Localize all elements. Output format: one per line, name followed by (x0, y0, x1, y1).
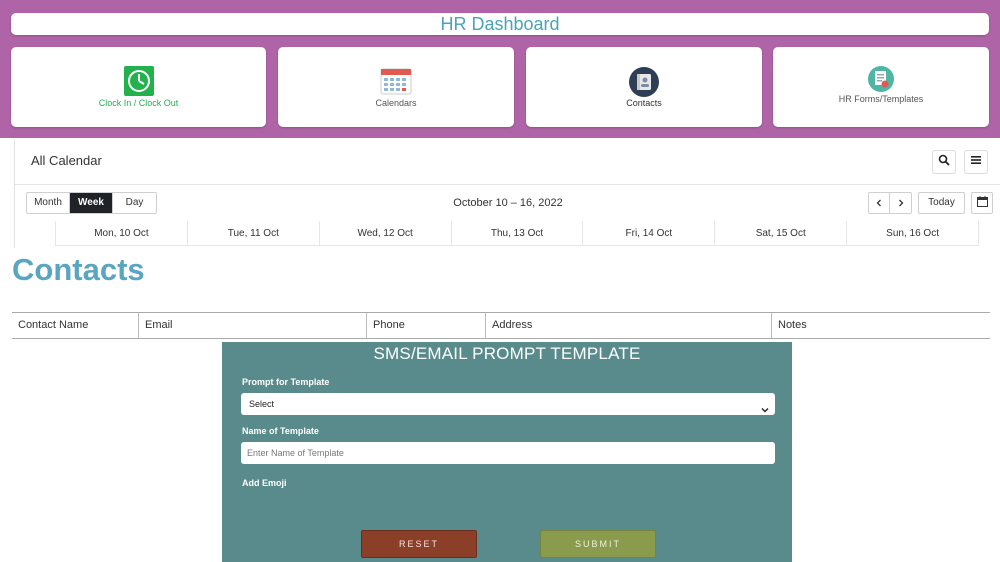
calendar-nav (868, 192, 912, 214)
calendar-search-button[interactable] (932, 150, 956, 174)
day-header-thu[interactable]: Thu, 13 Oct (450, 221, 583, 245)
prompt-select[interactable]: Select (241, 393, 775, 415)
hamburger-menu-icon (970, 153, 982, 171)
column-notes[interactable]: Notes (771, 313, 990, 338)
contacts-heading: Contacts (12, 252, 145, 287)
prev-week-button[interactable] (869, 193, 890, 213)
emoji-picker-area[interactable] (241, 489, 775, 519)
clock-icon (123, 66, 154, 101)
next-week-button[interactable] (890, 193, 911, 213)
calendar-title: All Calendar (31, 153, 102, 168)
chevron-right-icon (897, 194, 905, 212)
template-panel: SMS/EMAIL PROMPT TEMPLATE Prompt for Tem… (222, 342, 792, 562)
chevron-down-icon (761, 400, 769, 422)
column-contact-name[interactable]: Contact Name (12, 313, 138, 338)
search-icon (938, 153, 950, 171)
calendar-small-icon (976, 194, 988, 212)
tile-contacts[interactable]: Contacts (526, 47, 762, 127)
tile-clock-in-out[interactable]: Clock In / Clock Out (11, 47, 266, 127)
day-header-mon[interactable]: Mon, 10 Oct (55, 221, 187, 245)
tile-label-calendars: Calendars (375, 98, 417, 108)
column-address[interactable]: Address (485, 313, 771, 338)
page: HR Dashboard Clock In / Clock Out Calend… (0, 0, 1000, 562)
column-phone[interactable]: Phone (366, 313, 485, 338)
day-header-sat[interactable]: Sat, 15 Oct (714, 221, 846, 245)
calendar-menu-button[interactable] (964, 150, 988, 174)
template-name-label: Name of Template (242, 426, 319, 436)
calendar-icon (380, 67, 412, 100)
week-day-header: Mon, 10 Oct Tue, 11 Oct Wed, 12 Oct Thu,… (55, 221, 980, 246)
prompt-label: Prompt for Template (242, 377, 330, 387)
tile-calendars[interactable]: Calendars (278, 47, 514, 127)
dashboard-title: HR Dashboard (11, 13, 989, 35)
header-band: HR Dashboard Clock In / Clock Out Calend… (0, 0, 1000, 138)
date-range-label: October 10 – 16, 2022 (453, 197, 563, 209)
day-header-fri[interactable]: Fri, 14 Oct (582, 221, 714, 245)
column-email[interactable]: Email (138, 313, 366, 338)
contacts-table-header: Contact Name Email Phone Address Notes (12, 312, 990, 339)
day-header-wed[interactable]: Wed, 12 Oct (318, 221, 451, 245)
submit-button[interactable]: SUBMIT (540, 530, 656, 558)
emoji-label: Add Emoji (242, 478, 287, 488)
reset-button[interactable]: RESET (361, 530, 477, 558)
day-header-tue[interactable]: Tue, 11 Oct (186, 221, 319, 245)
calendar-divider (15, 184, 1000, 185)
today-button[interactable]: Today (918, 192, 965, 214)
tile-label-contacts: Contacts (626, 98, 662, 108)
day-header-sun[interactable]: Sun, 16 Oct (846, 221, 980, 245)
date-picker-button[interactable] (971, 192, 993, 214)
calendar-widget: All Calendar Month Week Day October 10 –… (14, 139, 1000, 248)
tile-hr-forms[interactable]: HR Forms/Templates (773, 47, 989, 127)
tile-label-clock: Clock In / Clock Out (98, 98, 179, 108)
prompt-select-value: Select (249, 399, 275, 409)
chevron-left-icon (875, 194, 883, 212)
template-panel-title: SMS/EMAIL PROMPT TEMPLATE (373, 344, 641, 363)
template-name-input[interactable] (241, 442, 775, 464)
tile-label-forms: HR Forms/Templates (838, 94, 924, 104)
